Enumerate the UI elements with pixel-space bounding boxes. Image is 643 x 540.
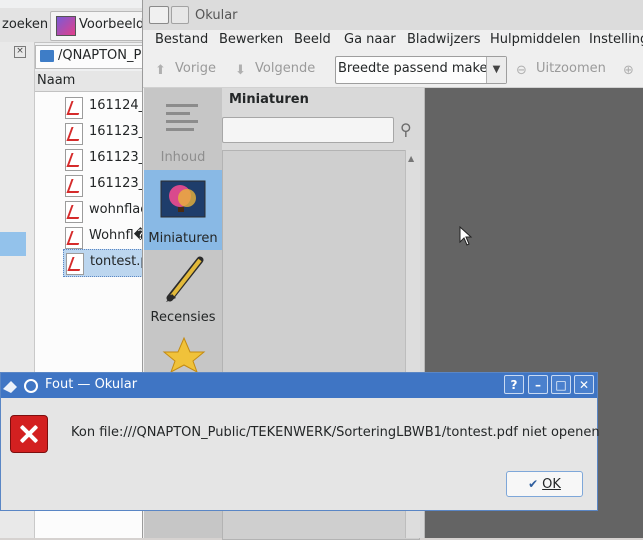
chevron-down-icon[interactable]: ▼ xyxy=(486,57,506,83)
maximize-button[interactable]: □ xyxy=(551,375,571,394)
pdf-file-icon xyxy=(65,97,83,119)
dialog-app-icon xyxy=(3,379,38,393)
okular-titlebar[interactable]: Okular xyxy=(143,0,643,31)
menu-bestand[interactable]: Bestand xyxy=(155,32,208,47)
minimize-button[interactable]: – xyxy=(528,375,548,394)
window-menu-icon[interactable] xyxy=(171,6,189,24)
okular-app-icon[interactable] xyxy=(149,6,169,24)
sidebar-item-label: Recensies xyxy=(150,310,216,325)
next-button[interactable]: ⬇ Volgende xyxy=(235,61,316,78)
list-item[interactable]: Wohnfl� xyxy=(63,224,147,250)
pdf-file-icon xyxy=(65,123,83,145)
preview-label: Voorbeeld xyxy=(79,17,145,32)
zoom-in-button[interactable]: ⊕ xyxy=(623,61,643,78)
search-button[interactable]: zoeken xyxy=(0,10,48,40)
arrow-down-icon: ⬇ xyxy=(235,63,246,78)
file-name: 161123_ xyxy=(89,124,146,139)
ok-label: OK xyxy=(542,477,561,492)
location-path: /QNAPTON_P xyxy=(58,48,142,63)
close-icon[interactable]: × xyxy=(14,46,26,58)
zoom-out-icon: ⊖ xyxy=(516,63,527,78)
next-label: Volgende xyxy=(255,61,316,76)
preview-button[interactable]: Voorbeeld xyxy=(50,11,152,41)
filter-icon[interactable]: ⚲ xyxy=(400,120,420,140)
folder-icon xyxy=(40,50,54,62)
help-button[interactable]: ? xyxy=(504,375,524,394)
check-icon: ✔ xyxy=(528,477,539,491)
file-name: Wohnfl� xyxy=(89,228,148,243)
contents-icon xyxy=(166,104,198,131)
thumbnail-search-input[interactable] xyxy=(222,117,394,143)
file-name: tontest.p xyxy=(90,254,149,269)
file-name: wohnflac xyxy=(89,202,148,217)
ok-button[interactable]: ✔ OK xyxy=(506,471,583,497)
menu-bar: Bestand Bewerken Beeld Ga naar Bladwijze… xyxy=(143,30,643,52)
pdf-file-icon xyxy=(65,201,83,223)
pdf-file-icon xyxy=(65,227,83,249)
menu-ga-naar[interactable]: Ga naar xyxy=(344,32,396,47)
dialog-titlebar[interactable]: Fout — Okular ? – □ ✕ xyxy=(1,373,597,398)
list-item[interactable]: 161123_ xyxy=(63,146,146,172)
error-dialog: Fout — Okular ? – □ ✕ Kon file:///QNAPTO… xyxy=(0,372,600,511)
menu-beeld[interactable]: Beeld xyxy=(294,32,331,47)
error-message: Kon file:///QNAPTON_Public/TEKENWERK/Sor… xyxy=(71,425,600,440)
column-header-name[interactable]: Naam xyxy=(35,71,143,92)
sidebar-item-bookmarks[interactable] xyxy=(162,336,206,376)
sidebar-item-label: Inhoud xyxy=(160,150,206,165)
zoom-in-icon: ⊕ xyxy=(623,63,634,78)
zoom-mode-select[interactable]: Breedte passend maken ▼ xyxy=(335,56,507,84)
close-button[interactable]: ✕ xyxy=(574,375,594,394)
pdf-file-icon xyxy=(66,253,84,275)
location-bar[interactable]: /QNAPTON_P xyxy=(35,45,145,69)
zoom-out-button[interactable]: ⊖ Uitzoomen xyxy=(516,61,606,78)
menu-bladwijzers[interactable]: Bladwijzers xyxy=(407,32,481,47)
list-item[interactable]: 161123_ xyxy=(63,120,146,146)
error-icon xyxy=(10,415,48,453)
menu-bewerken[interactable]: Bewerken xyxy=(219,32,283,47)
star-icon xyxy=(162,336,206,374)
sidebar-item-label: Miniaturen xyxy=(148,231,218,246)
list-item[interactable]: 161124_ xyxy=(63,94,146,120)
preview-icon xyxy=(56,16,76,36)
menu-hulpmiddelen[interactable]: Hulpmiddelen xyxy=(490,32,581,47)
sidebar-item-recensies[interactable]: Recensies xyxy=(144,252,222,332)
thumbnails-icon xyxy=(160,180,206,218)
list-item[interactable]: 161123_ xyxy=(63,172,146,198)
zoom-mode-value: Breedte passend maken xyxy=(338,61,496,76)
scroll-up-icon[interactable]: ▲ xyxy=(408,154,414,163)
pencil-icon xyxy=(166,256,204,302)
places-selected-item[interactable] xyxy=(0,232,26,256)
file-name: 161124_ xyxy=(89,98,146,113)
zoom-out-label: Uitzoomen xyxy=(536,61,606,76)
list-item[interactable]: wohnflac xyxy=(63,198,147,224)
window-title: Okular xyxy=(195,8,238,23)
previous-label: Vorige xyxy=(175,61,217,76)
list-item-selected[interactable]: tontest.p xyxy=(63,249,149,277)
menu-instellingen[interactable]: Instelling xyxy=(589,32,643,47)
dialog-title: Fout — Okular xyxy=(45,377,138,392)
mouse-cursor-icon xyxy=(459,226,473,246)
file-name: 161123_ xyxy=(89,150,146,165)
sidebar-item-inhoud[interactable]: Inhoud xyxy=(144,90,222,170)
sidebar-item-miniaturen[interactable]: Miniaturen xyxy=(144,170,222,250)
pdf-file-icon xyxy=(65,149,83,171)
panel-title: Miniaturen xyxy=(229,92,309,107)
previous-button[interactable]: ⬆ Vorige xyxy=(155,61,217,78)
file-name: 161123_ xyxy=(89,176,146,191)
column-header-label: Naam xyxy=(37,73,76,88)
pdf-file-icon xyxy=(65,175,83,197)
arrow-up-icon: ⬆ xyxy=(155,63,166,78)
